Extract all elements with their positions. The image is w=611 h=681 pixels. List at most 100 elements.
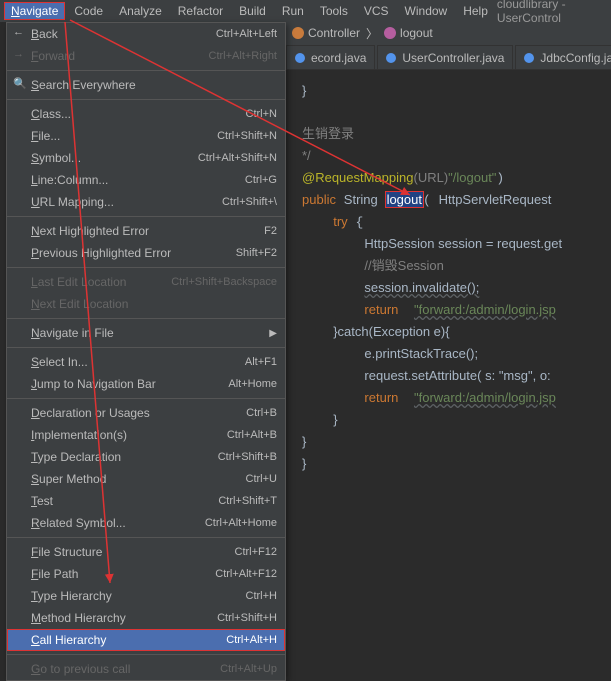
menu-item-jump-to-navigation-bar[interactable]: Jump to Navigation Bar Alt+Home bbox=[7, 373, 285, 395]
chevron-right-icon: 〉 bbox=[366, 25, 378, 42]
java-icon bbox=[524, 53, 534, 63]
navigate-dropdown: ←BackCtrl+Alt+Left→ForwardCtrl+Alt+Right… bbox=[6, 22, 286, 681]
menu-code[interactable]: Code bbox=[67, 2, 110, 20]
shortcut-label: Ctrl+F12 bbox=[235, 546, 278, 558]
editor-tabs: ecord.java UserController.java JdbcConfi… bbox=[286, 44, 611, 70]
menu-item-next-edit-location: Next Edit Location bbox=[7, 293, 285, 315]
menu-item-url-mapping[interactable]: URL Mapping... Ctrl+Shift+\ bbox=[7, 191, 285, 213]
menu-item-label: Line:Column... bbox=[31, 173, 108, 187]
shortcut-label: Ctrl+B bbox=[246, 407, 277, 419]
shortcut-label: Shift+F2 bbox=[236, 247, 277, 259]
menu-item-label: Search Everywhere bbox=[31, 78, 136, 92]
menu-item-declaration-or-usages[interactable]: Declaration or Usages Ctrl+B bbox=[7, 402, 285, 424]
menu-window[interactable]: Window bbox=[398, 2, 455, 20]
shortcut-label: Ctrl+G bbox=[245, 174, 277, 186]
shortcut-label: Ctrl+Alt+Up bbox=[220, 663, 277, 675]
menu-item-last-edit-location: Last Edit Location Ctrl+Shift+Backspace bbox=[7, 271, 285, 293]
menu-refactor[interactable]: Refactor bbox=[171, 2, 230, 20]
menu-item-call-hierarchy[interactable]: Call Hierarchy Ctrl+Alt+H bbox=[7, 629, 285, 651]
menu-item-label: Forward bbox=[31, 49, 75, 63]
shortcut-label: Ctrl+Shift+B bbox=[218, 451, 277, 463]
shortcut-label: Ctrl+Alt+H bbox=[226, 634, 277, 646]
menu-item-label: Jump to Navigation Bar bbox=[31, 377, 156, 391]
menu-tools[interactable]: Tools bbox=[313, 2, 355, 20]
shortcut-label: Ctrl+Shift+H bbox=[217, 612, 277, 624]
shortcut-label: Ctrl+U bbox=[246, 473, 277, 485]
menu-item-label: Navigate in File bbox=[31, 326, 114, 340]
menu-item-label: File Structure bbox=[31, 545, 102, 559]
breadcrumb-class[interactable]: Controller bbox=[292, 26, 360, 40]
menu-item-label: Next Highlighted Error bbox=[31, 224, 149, 238]
tab-jdbcconfig[interactable]: JdbcConfig.jav bbox=[515, 45, 611, 69]
menu-item-label: File Path bbox=[31, 567, 78, 581]
menu-run[interactable]: Run bbox=[275, 2, 311, 20]
menu-item-label: Previous Highlighted Error bbox=[31, 246, 171, 260]
menu-item-line-column[interactable]: Line:Column... Ctrl+G bbox=[7, 169, 285, 191]
menu-item-previous-highlighted-error[interactable]: Previous Highlighted Error Shift+F2 bbox=[7, 242, 285, 264]
menu-item-label: Next Edit Location bbox=[31, 297, 128, 311]
menu-item-file[interactable]: File...Ctrl+Shift+N bbox=[7, 125, 285, 147]
menu-item-type-hierarchy[interactable]: Type Hierarchy Ctrl+H bbox=[7, 585, 285, 607]
breadcrumb-method[interactable]: logout bbox=[384, 26, 433, 40]
menu-item-label: Symbol... bbox=[31, 151, 81, 165]
shortcut-label: Ctrl+N bbox=[246, 108, 277, 120]
menu-item-label: URL Mapping... bbox=[31, 195, 114, 209]
menu-item-select-in[interactable]: Select In... Alt+F1 bbox=[7, 351, 285, 373]
menu-item-label: Related Symbol... bbox=[31, 516, 126, 530]
shortcut-label: Alt+Home bbox=[228, 378, 277, 390]
menu-help[interactable]: Help bbox=[456, 2, 495, 20]
menu-item-label: Call Hierarchy bbox=[31, 633, 106, 647]
code-editor[interactable]: } 生销登录 */ @RequestMapping(URL)"/logout")… bbox=[286, 70, 611, 620]
tab-usercontroller[interactable]: UserController.java bbox=[377, 45, 513, 69]
shortcut-label: Ctrl+Alt+Shift+N bbox=[198, 152, 277, 164]
menu-item-symbol[interactable]: Symbol... Ctrl+Alt+Shift+N bbox=[7, 147, 285, 169]
shortcut-label: Alt+F1 bbox=[245, 356, 277, 368]
menu-item-label: Class... bbox=[31, 107, 71, 121]
menubar: Navigate Code Analyze Refactor Build Run… bbox=[0, 0, 611, 22]
menu-item-navigate-in-file[interactable]: Navigate in File ▶ bbox=[7, 322, 285, 344]
menu-analyze[interactable]: Analyze bbox=[112, 2, 169, 20]
shortcut-label: Ctrl+H bbox=[246, 590, 277, 602]
menu-item-back[interactable]: ←BackCtrl+Alt+Left bbox=[7, 23, 285, 45]
menu-item-implementation-s[interactable]: Implementation(s) Ctrl+Alt+B bbox=[7, 424, 285, 446]
menu-item-label: Go to previous call bbox=[31, 662, 130, 676]
menu-vcs[interactable]: VCS bbox=[357, 2, 396, 20]
menu-item-type-declaration[interactable]: Type DeclarationCtrl+Shift+B bbox=[7, 446, 285, 468]
menu-item-file-structure[interactable]: File Structure Ctrl+F12 bbox=[7, 541, 285, 563]
shortcut-label: Ctrl+Alt+Left bbox=[216, 28, 277, 40]
menu-navigate[interactable]: Navigate bbox=[4, 2, 65, 20]
menu-item-search-everywhere[interactable]: 🔍Search Everywhere bbox=[7, 74, 285, 96]
menu-item-label: Select In... bbox=[31, 355, 88, 369]
java-icon bbox=[386, 53, 396, 63]
menu-item-method-hierarchy[interactable]: Method Hierarchy Ctrl+Shift+H bbox=[7, 607, 285, 629]
menu-item-related-symbol[interactable]: Related Symbol...Ctrl+Alt+Home bbox=[7, 512, 285, 534]
submenu-arrow-icon: ▶ bbox=[269, 328, 277, 339]
menu-item-go-to-previous-call: Go to previous call Ctrl+Alt+Up bbox=[7, 658, 285, 680]
menu-item-label: Method Hierarchy bbox=[31, 611, 126, 625]
breadcrumb: Controller 〉 logout bbox=[286, 22, 611, 44]
menu-item-next-highlighted-error[interactable]: Next Highlighted Error F2 bbox=[7, 220, 285, 242]
class-icon bbox=[292, 27, 304, 39]
menu-item-label: Super Method bbox=[31, 472, 106, 486]
shortcut-label: Ctrl+Shift+N bbox=[217, 130, 277, 142]
shortcut-label: Ctrl+Alt+B bbox=[227, 429, 277, 441]
menu-item-label: Declaration or Usages bbox=[31, 406, 150, 420]
menu-item-label: Implementation(s) bbox=[31, 428, 127, 442]
shortcut-label: F2 bbox=[264, 225, 277, 237]
shortcut-label: Ctrl+Shift+T bbox=[218, 495, 277, 507]
menu-item-file-path[interactable]: File PathCtrl+Alt+F12 bbox=[7, 563, 285, 585]
menu-item-super-method[interactable]: Super Method Ctrl+U bbox=[7, 468, 285, 490]
method-icon bbox=[384, 27, 396, 39]
menu-item-label: Back bbox=[31, 27, 58, 41]
shortcut-label: Ctrl+Shift+Backspace bbox=[171, 276, 277, 288]
shortcut-label: Ctrl+Shift+\ bbox=[222, 196, 277, 208]
menu-item-class[interactable]: Class... Ctrl+N bbox=[7, 103, 285, 125]
menu-item-label: Last Edit Location bbox=[31, 275, 126, 289]
menu-item-label: Test bbox=[31, 494, 53, 508]
menu-build[interactable]: Build bbox=[232, 2, 273, 20]
menu-item-label: Type Hierarchy bbox=[31, 589, 112, 603]
menu-item-forward: →ForwardCtrl+Alt+Right bbox=[7, 45, 285, 67]
tab-record[interactable]: ecord.java bbox=[286, 45, 375, 69]
menu-item-test[interactable]: Test Ctrl+Shift+T bbox=[7, 490, 285, 512]
java-icon bbox=[295, 53, 305, 63]
